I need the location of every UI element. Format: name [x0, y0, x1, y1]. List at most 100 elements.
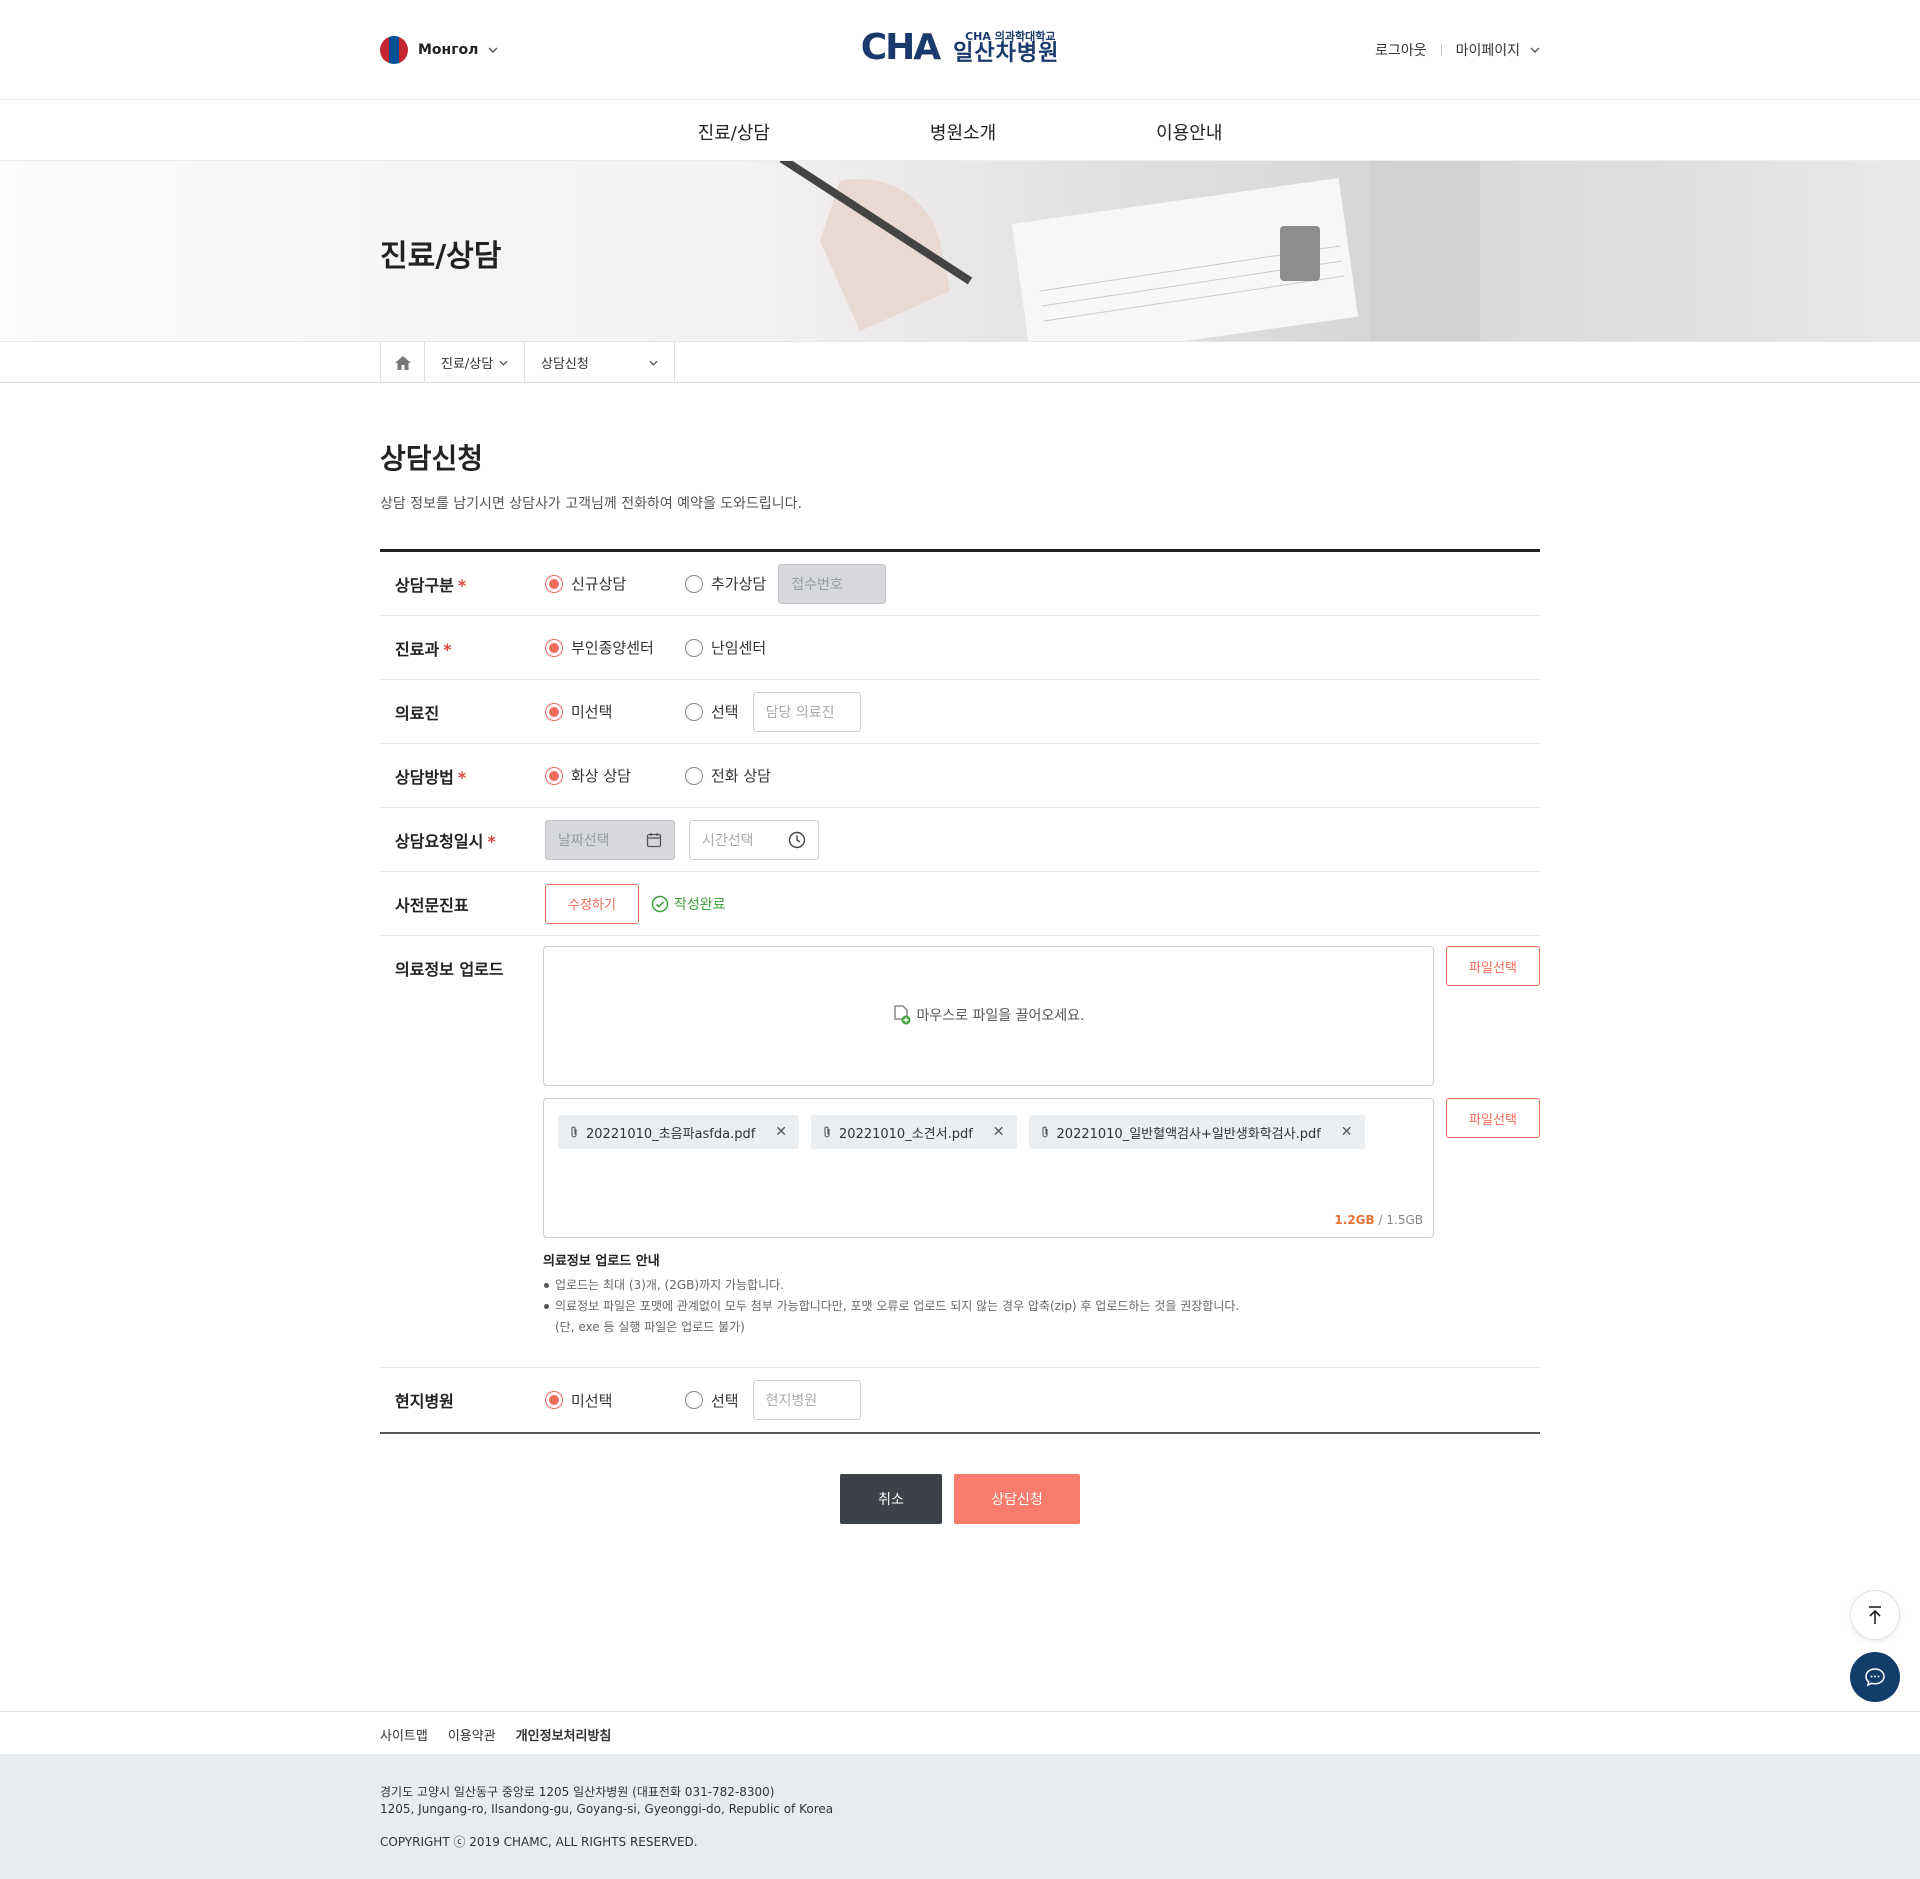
required-mark: *	[443, 639, 452, 659]
page-description: 상담 정보를 남기시면 상담사가 고객님께 전화하여 예약을 도와드립니다.	[380, 496, 802, 512]
row-datetime: 상담요청일시 * 날짜선택 시간선택	[380, 808, 1540, 872]
radio-label: 화상 상담	[571, 767, 631, 785]
check-circle-icon	[651, 895, 669, 912]
breadcrumb-level1[interactable]: 진료/상담	[425, 342, 525, 383]
nav-item-about[interactable]: 병원소개	[930, 100, 996, 160]
mypage-link[interactable]: 마이페이지	[1456, 40, 1520, 60]
radio-label: 난임센터	[711, 639, 767, 657]
input-placeholder: 날짜선택	[558, 832, 610, 849]
radio-phone-consult[interactable]: 전화 상담	[685, 765, 825, 786]
nav-item-guide[interactable]: 이용안내	[1156, 100, 1222, 160]
radio-doctor-select[interactable]: 선택	[685, 701, 739, 722]
scroll-top-button[interactable]	[1850, 1590, 1900, 1640]
row-questionnaire: 사전문진표 수정하기 작성완료	[380, 872, 1540, 936]
guide-title: 의료정보 업로드 안내	[543, 1254, 660, 1269]
mongolia-flag-icon	[380, 36, 408, 64]
consult-form: 상담구분 * 신규상담 추가상담 접수번호 진료과 * 부인종양센터 난임센터 의료…	[380, 549, 1540, 1434]
top-header: Монгол CHA CHA 의과학대학교 일산차병원 로그아웃 마이페이지	[0, 0, 1920, 100]
file-select-button[interactable]: 파일선택	[1446, 946, 1540, 986]
storage-used: 1.2GB	[1334, 1213, 1375, 1227]
field-label: 의료진	[395, 703, 440, 723]
radio-label: 미선택	[571, 1391, 613, 1410]
home-button[interactable]	[380, 342, 425, 383]
form-actions: 취소 상담신청	[380, 1474, 1540, 1524]
date-picker[interactable]: 날짜선택	[545, 819, 675, 860]
radio-label: 선택	[711, 703, 739, 721]
upload-guide: 의료정보 업로드 안내 업로드는 최대 (3)개, (2GB)까지 가능합니다.…	[543, 1250, 1540, 1337]
local-hospital-input[interactable]: 현지병원	[752, 1380, 861, 1420]
edit-questionnaire-button[interactable]: 수정하기	[545, 883, 639, 924]
file-chip: 20221010_일반혈액검사+일반생화학검사.pdf ✕	[1028, 1115, 1365, 1149]
field-label: 진료과	[395, 639, 440, 659]
file-select-button[interactable]: 파일선택	[1446, 1098, 1540, 1138]
receipt-number-input[interactable]: 접수번호	[778, 563, 887, 604]
close-icon[interactable]: ✕	[993, 1124, 1005, 1140]
logout-link[interactable]: 로그아웃	[1375, 40, 1427, 60]
row-doctor: 의료진 미선택 선택 담당 의료진	[380, 680, 1540, 744]
radio-new-consult[interactable]: 신규상담	[545, 573, 685, 594]
breadcrumb-level1-label: 진료/상담	[441, 357, 494, 372]
guide-item: 업로드는 최대 (3)개, (2GB)까지 가능합니다.	[543, 1275, 1540, 1296]
radio-gyn-oncology[interactable]: 부인종양센터	[545, 637, 685, 658]
questionnaire-status: 작성완료	[651, 894, 726, 914]
row-department: 진료과 * 부인종양센터 난임센터	[380, 616, 1540, 680]
close-icon[interactable]: ✕	[1341, 1124, 1353, 1140]
radio-label: 전화 상담	[711, 767, 771, 785]
field-label: 상담구분	[395, 575, 454, 595]
doctor-input[interactable]: 담당 의료진	[752, 691, 861, 732]
radio-label: 추가상담	[711, 575, 767, 593]
field-label: 의료정보 업로드	[395, 960, 504, 979]
chevron-down-icon	[488, 47, 498, 53]
hospital-logo[interactable]: CHA CHA 의과학대학교 일산차병원	[861, 30, 1060, 66]
radio-label: 미선택	[571, 703, 613, 721]
radio-label: 신규상담	[571, 575, 627, 593]
required-mark: *	[487, 831, 496, 851]
storage-usage: 1.2GB / 1.5GB	[1334, 1213, 1423, 1227]
submit-button[interactable]: 상담신청	[954, 1474, 1080, 1524]
utility-menu: 로그아웃 마이페이지	[1375, 40, 1540, 60]
input-placeholder: 담당 의료진	[765, 704, 835, 721]
file-list-box: 20221010_초음파asfda.pdf ✕ 20221010_소견서.pdf…	[543, 1098, 1434, 1238]
footer-link-privacy[interactable]: 개인정보처리방침	[516, 1725, 612, 1744]
file-chip: 20221010_초음파asfda.pdf ✕	[558, 1115, 800, 1149]
field-label: 사전문진표	[395, 895, 469, 915]
footer-links: 사이트맵 이용약관 개인정보처리방침	[0, 1711, 1920, 1754]
storage-total: / 1.5GB	[1378, 1213, 1423, 1227]
close-icon[interactable]: ✕	[775, 1124, 787, 1140]
radio-local-select[interactable]: 선택	[685, 1390, 739, 1411]
radio-label: 선택	[711, 1391, 739, 1410]
field-label: 상담방법	[395, 767, 454, 787]
breadcrumb: 진료/상담 상담신청	[0, 341, 1920, 383]
language-label: Монгол	[418, 42, 479, 58]
file-drop-zone[interactable]: 마우스로 파일을 끌어오세요.	[543, 946, 1434, 1086]
radio-doctor-none[interactable]: 미선택	[545, 701, 685, 722]
chevron-down-icon	[1530, 47, 1540, 53]
logo-title: 일산차병원	[953, 41, 1060, 67]
radio-additional-consult[interactable]: 추가상담	[685, 573, 766, 594]
chat-button[interactable]	[1850, 1652, 1900, 1702]
cancel-button[interactable]: 취소	[840, 1474, 942, 1524]
radio-local-none[interactable]: 미선택	[545, 1390, 685, 1411]
radio-fertility[interactable]: 난임센터	[685, 637, 825, 658]
language-selector[interactable]: Монгол	[380, 36, 498, 64]
radio-video-consult[interactable]: 화상 상담	[545, 765, 685, 786]
file-name: 20221010_일반혈액검사+일반생화학검사.pdf	[1056, 1126, 1321, 1142]
cha-logo-mark: CHA	[860, 27, 941, 68]
row-upload: 의료정보 업로드 마우스로 파일을 끌어오세요. 파일선택 20221010_초…	[380, 936, 1540, 1368]
footer-address-en: 1205, Jungang-ro, Ilsandong-gu, Goyang-s…	[380, 1802, 834, 1816]
arrow-up-icon	[1869, 1606, 1881, 1624]
footer-link-terms[interactable]: 이용약관	[448, 1725, 496, 1744]
time-picker[interactable]: 시간선택	[689, 819, 819, 860]
footer-link-sitemap[interactable]: 사이트맵	[380, 1725, 428, 1744]
input-placeholder: 시간선택	[702, 832, 754, 849]
guide-item: 의료정보 파일은 포맷에 관계없이 모두 첨부 가능합니다만, 포맷 오류로 업…	[543, 1296, 1540, 1317]
home-icon	[394, 355, 411, 370]
paperclip-icon	[824, 1126, 830, 1138]
input-placeholder: 접수번호	[791, 576, 843, 593]
file-name: 20221010_초음파asfda.pdf	[586, 1126, 756, 1142]
nav-item-care[interactable]: 진료/상담	[698, 100, 770, 160]
radio-label: 부인종양센터	[571, 639, 654, 657]
breadcrumb-level2[interactable]: 상담신청	[525, 342, 675, 383]
footer-address-kr: 경기도 고양시 일산동구 중앙로 1205 일산차병원 (대표전화 031-78…	[380, 1785, 775, 1799]
field-label: 현지병원	[395, 1392, 454, 1411]
